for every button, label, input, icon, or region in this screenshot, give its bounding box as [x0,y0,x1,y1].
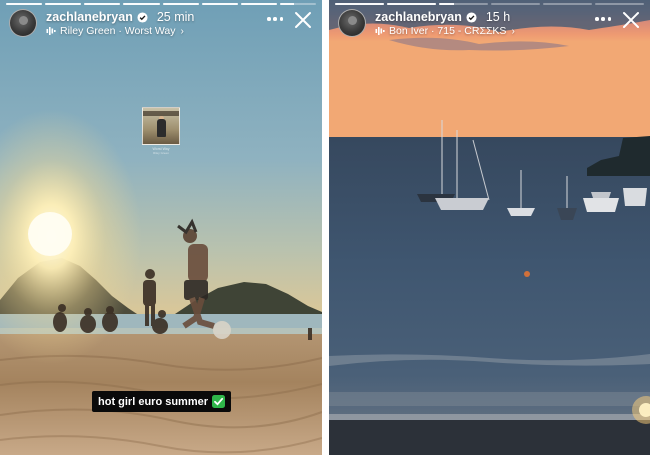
harbor-sunset-scene [329,0,650,455]
progress-segment-fill [84,3,121,5]
verified-badge-icon [466,11,477,23]
more-icon[interactable] [267,17,283,21]
beach-sunset-scene [0,0,322,455]
progress-segment [162,3,199,5]
more-icon[interactable] [595,17,611,21]
progress-segment [387,3,436,5]
story-time-ago: 25 min [156,10,195,24]
music-track-label: Bon Iver · 715 - CRΣΣKS [389,25,507,37]
verified-badge-icon [137,11,148,23]
progress-segment [201,3,238,5]
avatar[interactable] [9,9,37,37]
story-header: zachlanebryan 15 h Bon Iver · 715 - CRΣΣ… [338,9,641,39]
progress-segment [595,3,644,5]
music-bars-icon [46,26,56,36]
progress-segment-fill [201,3,238,5]
progress-segment-fill [335,3,384,5]
chevron-right-icon: › [511,25,515,37]
story-progress-bar [6,3,316,5]
music-sticker-album-art[interactable] [142,107,180,145]
progress-segment [439,3,488,5]
user-row: zachlanebryan 25 min [46,10,194,24]
user-row: zachlanebryan 15 h [375,10,510,24]
progress-segment [123,3,160,5]
progress-segment-fill [162,3,199,5]
story-caption: hot girl euro summer [92,391,232,412]
progress-segment [279,3,316,5]
music-sticker-artist: Riley Green [153,151,169,155]
progress-segment [335,3,384,5]
story-left[interactable]: zachlanebryan 25 min Riley Green · Worst… [0,0,322,455]
progress-segment-fill [123,3,160,5]
check-mark-button-icon [212,395,226,408]
progress-segment [6,3,43,5]
close-icon[interactable] [293,10,313,30]
story-right[interactable]: zachlanebryan 15 h Bon Iver · 715 - CRΣΣ… [329,0,650,455]
progress-segment-fill [439,3,454,5]
progress-segment-fill [240,3,277,5]
progress-segment [84,3,121,5]
avatar[interactable] [338,9,366,37]
close-icon[interactable] [621,10,641,30]
caption-text: hot girl euro summer [98,395,209,408]
progress-segment [543,3,592,5]
username[interactable]: zachlanebryan [46,10,133,24]
story-header: zachlanebryan 25 min Riley Green · Worst… [9,9,313,39]
story-time-ago: 15 h [485,10,511,24]
music-track-label: Riley Green · Worst Way [60,25,176,37]
story-progress-bar [335,3,644,5]
progress-segment-fill [279,3,295,5]
chevron-right-icon: › [180,25,184,37]
progress-segment [240,3,277,5]
progress-segment-fill [387,3,436,5]
music-attribution[interactable]: Riley Green · Worst Way › [46,25,184,37]
progress-segment-fill [6,3,43,5]
music-attribution[interactable]: Bon Iver · 715 - CRΣΣKS › [375,25,515,37]
progress-segment-fill [45,3,82,5]
progress-segment [491,3,540,5]
music-bars-icon [375,26,385,36]
username[interactable]: zachlanebryan [375,10,462,24]
progress-segment [45,3,82,5]
